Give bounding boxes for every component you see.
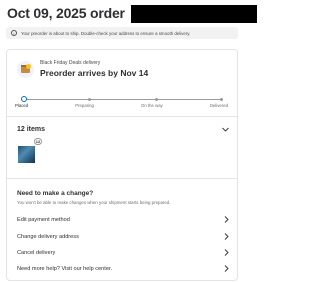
progress-track [21,98,223,100]
step-label-delivered: Delivered [209,103,228,108]
step-label-placed: Placed [15,103,29,108]
info-banner: i Your preorder is about to ship. Double… [6,27,238,39]
progress-dot-placed [21,96,27,102]
chevron-right-icon [224,233,229,240]
chevron-right-icon [224,216,229,223]
action-label: Change delivery address [17,233,79,240]
deal-label: Black Friday Deals delivery [40,60,101,66]
item-thumbnail[interactable] [18,146,35,163]
page-header: Oct 09, 2025 order [7,5,257,23]
shipment-progress [21,96,223,102]
chevron-down-icon[interactable] [222,126,229,133]
delivery-header: Black Friday Deals delivery Preorder arr… [17,60,148,78]
chevron-right-icon [224,249,229,256]
divider [7,116,237,117]
action-label: Edit payment method [17,216,70,223]
cancel-delivery-button[interactable]: Cancel delivery [17,249,229,256]
help-center-button[interactable]: Need more help? Visit our help center. [17,265,229,272]
items-toggle[interactable]: 12 items [17,126,229,133]
progress-labels: Placed Preparing On the way Delivered [15,103,228,108]
change-title: Need to make a change? [17,190,94,197]
change-subtitle: You won't be able to make changes when y… [17,200,171,205]
banner-text: Your preorder is about to ship. Double-c… [21,30,191,36]
order-card: Black Friday Deals delivery Preorder arr… [6,49,238,281]
step-label-preparing: Preparing [75,103,94,108]
edit-payment-button[interactable]: Edit payment method [17,216,229,223]
progress-dot-preparing [88,97,91,101]
items-title: 12 items [17,126,46,133]
action-label: Cancel delivery [17,249,56,256]
chevron-right-icon [224,265,229,272]
progress-dot-on-the-way [155,97,158,101]
change-address-button[interactable]: Change delivery address [17,233,229,240]
quantity-badge: 12 [34,138,42,145]
step-label-on-the-way: On the way [141,103,163,108]
page-title: Oct 09, 2025 order [7,5,125,21]
progress-dot-delivered [220,97,223,101]
info-icon: i [11,30,17,36]
arrival-date: Preorder arrives by Nov 14 [40,68,149,78]
divider [7,178,237,179]
box-icon [17,60,34,78]
action-label: Need more help? Visit our help center. [17,265,113,272]
redacted-order-number [131,5,257,23]
